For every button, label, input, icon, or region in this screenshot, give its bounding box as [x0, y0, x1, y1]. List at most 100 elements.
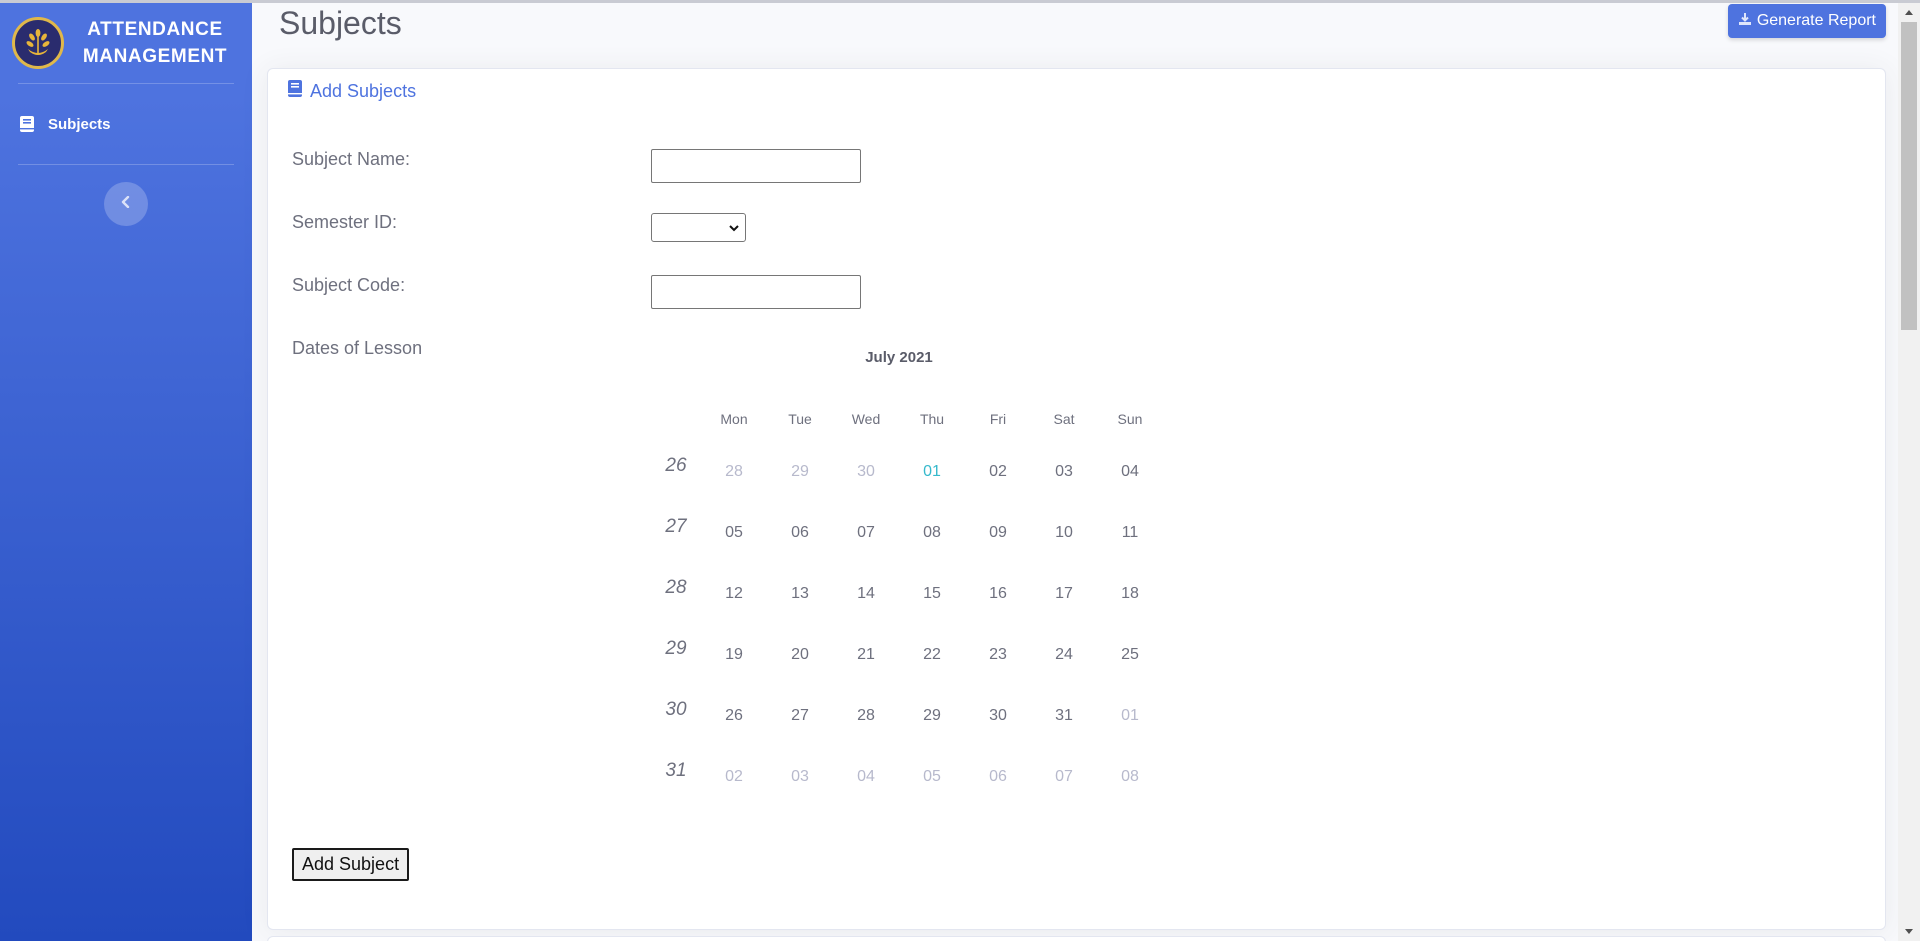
- calendar-day[interactable]: 04: [833, 768, 899, 786]
- semester-id-select[interactable]: [651, 213, 746, 242]
- dates-of-lesson-label: Dates of Lesson: [292, 338, 423, 358]
- calendar-day[interactable]: 16: [965, 585, 1031, 603]
- calendar-day[interactable]: 02: [965, 463, 1031, 481]
- calendar-grid: 26 28 29 30 01 02 03 04 27 05 06 07 08 09 10 11 28 12 13 14…: [651, 441, 1171, 807]
- week-number: 27: [665, 515, 687, 537]
- generate-report-label: Generate Report: [1756, 12, 1876, 29]
- page-title: Subjects: [279, 5, 402, 41]
- brand[interactable]: ATTENDANCE MANAGEMENT: [0, 3, 252, 83]
- calendar-day[interactable]: 08: [1097, 768, 1163, 786]
- day-name: Tue: [788, 411, 812, 427]
- sidebar-item-label: Subjects: [48, 115, 111, 133]
- calendar-week-row: 27 05 06 07 08 09 10 11: [651, 502, 1171, 563]
- calendar-day[interactable]: 20: [767, 646, 833, 664]
- book-icon: [20, 116, 36, 132]
- calendar-day[interactable]: 31: [1031, 707, 1097, 725]
- card-header: Add Subjects: [288, 80, 416, 102]
- calendar-day-names: Mon Tue Wed Thu Fri Sat Sun: [651, 411, 1171, 435]
- day-name: Thu: [919, 411, 945, 427]
- semester-id-label: Semester ID:: [292, 212, 398, 232]
- week-number: 31: [665, 759, 687, 781]
- calendar-week-row: 28 12 13 14 15 16 17 18: [651, 563, 1171, 624]
- week-number: 28: [665, 576, 687, 598]
- week-number: 26: [665, 454, 687, 476]
- calendar-day[interactable]: 03: [1031, 463, 1097, 481]
- calendar-day[interactable]: 18: [1097, 585, 1163, 603]
- calendar-day[interactable]: 24: [1031, 646, 1097, 664]
- calendar-day[interactable]: 07: [1031, 768, 1097, 786]
- book-icon: [288, 80, 302, 102]
- calendar-day[interactable]: 26: [701, 707, 767, 725]
- calendar-day[interactable]: 03: [767, 768, 833, 786]
- calendar-day[interactable]: 30: [833, 463, 899, 481]
- sidebar: ATTENDANCE MANAGEMENT Subjects: [0, 3, 252, 941]
- calendar-week-row: 30 26 27 28 29 30 31 01: [651, 685, 1171, 746]
- next-card: [267, 936, 1886, 941]
- subject-code-label: Subject Code:: [292, 275, 406, 295]
- brand-logo: [12, 17, 64, 69]
- week-number: 30: [665, 698, 687, 720]
- calendar-day[interactable]: 17: [1031, 585, 1097, 603]
- calendar-month-title: July 2021: [865, 349, 933, 366]
- day-name: Fri: [989, 411, 1007, 427]
- day-name: Sat: [1053, 411, 1075, 427]
- calendar-day[interactable]: 25: [1097, 646, 1163, 664]
- main-content: Subjects Generate Report Add Subjects Su…: [252, 3, 1898, 941]
- add-subject-button[interactable]: Add Subject: [292, 848, 410, 881]
- calendar-day[interactable]: 02: [701, 768, 767, 786]
- brand-title: ATTENDANCE MANAGEMENT: [64, 16, 252, 70]
- date-picker: July 2021 Mon Tue Wed Thu Fri Sat Sun 26…: [651, 349, 1171, 807]
- calendar-day[interactable]: 10: [1031, 524, 1097, 542]
- calendar-day[interactable]: 14: [833, 585, 899, 603]
- calendar-day[interactable]: 23: [965, 646, 1031, 664]
- calendar-day[interactable]: 07: [833, 524, 899, 542]
- subject-name-input[interactable]: [651, 149, 861, 183]
- calendar-day[interactable]: 09: [965, 524, 1031, 542]
- calendar-day[interactable]: 21: [833, 646, 899, 664]
- brand-line-2: MANAGEMENT: [82, 46, 228, 67]
- calendar-day[interactable]: 28: [833, 707, 899, 725]
- subject-code-input[interactable]: [651, 275, 861, 309]
- calendar-day[interactable]: 19: [701, 646, 767, 664]
- calendar-day[interactable]: 15: [899, 585, 965, 603]
- day-name: Sun: [1117, 411, 1143, 427]
- card-title: Add Subjects: [310, 80, 417, 101]
- calendar-day[interactable]: 29: [767, 463, 833, 481]
- week-number: 29: [665, 637, 687, 659]
- calendar-day[interactable]: 22: [899, 646, 965, 664]
- brand-line-1: ATTENDANCE: [87, 19, 223, 40]
- add-subject-card: Add Subjects Subject Name: Semester ID: …: [267, 68, 1886, 930]
- calendar-day[interactable]: 27: [767, 707, 833, 725]
- subject-name-label: Subject Name:: [292, 149, 411, 169]
- day-name: Wed: [851, 411, 881, 427]
- calendar-week-row: 26 28 29 30 01 02 03 04: [651, 441, 1171, 502]
- calendar-day[interactable]: 06: [965, 768, 1031, 786]
- sidebar-item-subjects[interactable]: Subjects: [0, 84, 252, 164]
- calendar-day[interactable]: 13: [767, 585, 833, 603]
- generate-report-button[interactable]: Generate Report: [1727, 4, 1886, 38]
- chevron-left-icon: [121, 195, 131, 213]
- calendar-week-row: 31 02 03 04 05 06 07 08: [651, 746, 1171, 807]
- calendar-day[interactable]: 12: [701, 585, 767, 603]
- calendar-day[interactable]: 29: [899, 707, 965, 725]
- scrollbar-thumb[interactable]: [1901, 22, 1917, 330]
- calendar-day[interactable]: 01: [1097, 707, 1163, 725]
- scroll-up-arrow-icon[interactable]: [1903, 7, 1915, 17]
- calendar-day[interactable]: 28: [701, 463, 767, 481]
- calendar-day[interactable]: 06: [767, 524, 833, 542]
- download-icon: [1738, 12, 1752, 31]
- calendar-day[interactable]: 04: [1097, 463, 1163, 481]
- sidebar-divider: [18, 164, 234, 165]
- calendar-week-row: 29 19 20 21 22 23 24 25: [651, 624, 1171, 685]
- calendar-day[interactable]: 05: [701, 524, 767, 542]
- calendar-day[interactable]: 30: [965, 707, 1031, 725]
- day-name: Mon: [720, 411, 748, 427]
- sidebar-toggle-button[interactable]: [104, 182, 148, 226]
- calendar-day[interactable]: 05: [899, 768, 965, 786]
- scrollbar[interactable]: [1898, 3, 1920, 941]
- chevron-down-icon: [729, 219, 739, 237]
- calendar-day[interactable]: 08: [899, 524, 965, 542]
- scroll-down-arrow-icon[interactable]: [1903, 927, 1915, 937]
- calendar-day[interactable]: 11: [1097, 524, 1163, 542]
- calendar-day[interactable]: 01: [899, 463, 965, 481]
